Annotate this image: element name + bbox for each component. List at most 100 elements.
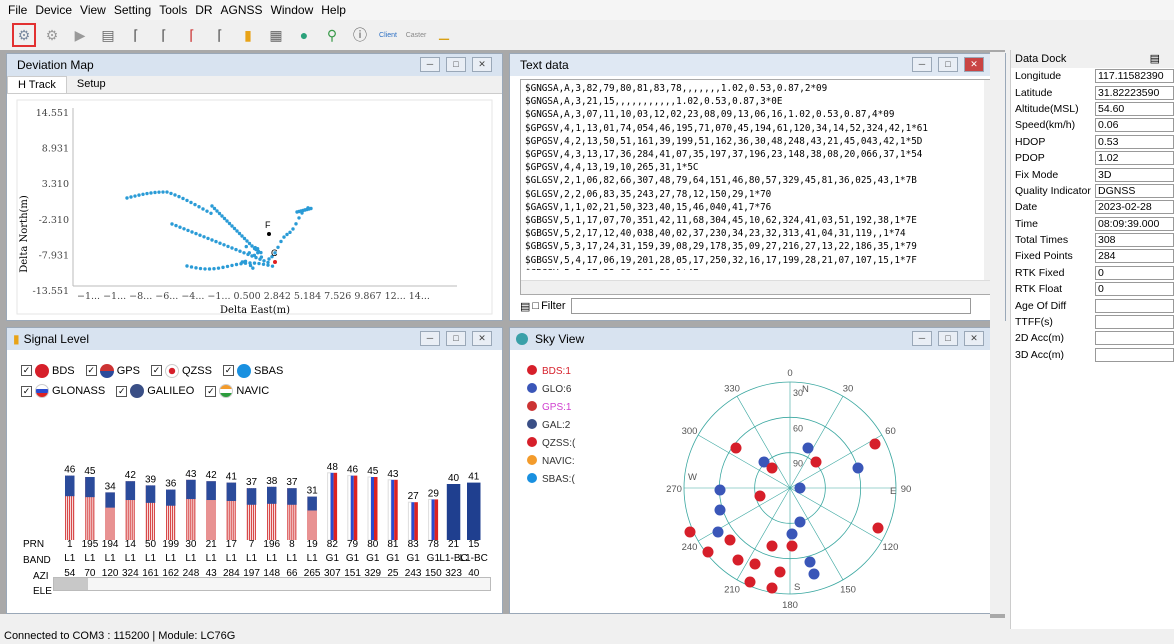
location-icon[interactable]: ⚲	[320, 23, 344, 47]
satellite-marker[interactable]	[713, 527, 724, 538]
thermometer-icon[interactable]: ⌈	[152, 23, 176, 47]
satellite-marker[interactable]	[787, 541, 798, 552]
legend-label[interactable]: SBAS:(	[542, 474, 575, 485]
connect-icon[interactable]: ⚙	[12, 23, 36, 47]
satellite-marker[interactable]	[787, 529, 798, 540]
minimize-button[interactable]: ─	[912, 57, 932, 72]
signal-bar	[287, 488, 297, 540]
menu-file[interactable]: File	[4, 3, 31, 17]
track-point	[185, 264, 188, 267]
close-button[interactable]: ✕	[472, 331, 492, 346]
satellite-marker[interactable]	[755, 491, 766, 502]
filter-input[interactable]	[571, 298, 971, 314]
satellite-marker[interactable]	[767, 583, 778, 594]
legend-label[interactable]: BDS:1	[542, 366, 571, 377]
workspace-vscrollbar[interactable]	[990, 52, 1005, 614]
satellite-marker[interactable]	[725, 535, 736, 546]
satellite-marker[interactable]	[811, 457, 822, 468]
satellite-marker[interactable]	[733, 555, 744, 566]
track-point	[248, 242, 251, 245]
close-button[interactable]: ✕	[472, 57, 492, 72]
globe-icon[interactable]: ●	[292, 23, 316, 47]
sbas-checkbox[interactable]: ✓ SBAS	[223, 361, 283, 381]
log-icon[interactable]: ▤	[96, 23, 120, 47]
glonass-checkbox[interactable]: ✓ GLONASS	[21, 381, 105, 401]
legend-label[interactable]: NAVIC:	[542, 456, 575, 467]
maximize-button[interactable]: □	[446, 57, 466, 72]
legend-label[interactable]: GAL:2	[542, 420, 571, 431]
menu-dr[interactable]: DR	[191, 3, 216, 17]
satellite-marker[interactable]	[767, 463, 778, 474]
text-hscrollbar[interactable]	[521, 280, 998, 294]
legend-label[interactable]: GPS:1	[542, 402, 572, 413]
thermometer-icon[interactable]: ⌈	[208, 23, 232, 47]
band-value: G1	[346, 553, 360, 564]
signal-bars-icon[interactable]: ▮	[236, 23, 260, 47]
satellite-marker[interactable]	[795, 517, 806, 528]
tab-setup[interactable]: Setup	[67, 76, 116, 93]
track-point	[245, 239, 248, 242]
satellite-marker[interactable]	[745, 577, 756, 588]
maximize-button[interactable]: □	[446, 331, 466, 346]
close-button[interactable]: ✕	[964, 57, 984, 72]
info-icon[interactable]: ⓘ	[348, 23, 372, 47]
menu-help[interactable]: Help	[317, 3, 350, 17]
satellite-marker[interactable]	[731, 443, 742, 454]
broom-icon[interactable]: ⚊	[432, 23, 456, 47]
caster-button[interactable]: Caster	[404, 23, 428, 47]
legend-label[interactable]: GLO:6	[542, 384, 572, 395]
client-button[interactable]: Client	[376, 23, 400, 47]
bds-checkbox[interactable]: ✓ BDS	[21, 361, 75, 381]
menu-device[interactable]: Device	[31, 3, 76, 17]
tab-h-track[interactable]: H Track	[7, 76, 67, 93]
satellite-marker[interactable]	[715, 505, 726, 516]
gps-checkbox[interactable]: ✓ GPS	[86, 361, 140, 381]
satellite-marker[interactable]	[775, 567, 786, 578]
thermometer-icon[interactable]: ⌈	[180, 23, 204, 47]
navic-checkbox[interactable]: ✓ NAVIC	[205, 381, 269, 401]
nmea-text-area[interactable]: $GNGSA,A,3,82,79,80,81,83,78,,,,,,,1.02,…	[520, 79, 999, 295]
satellite-marker[interactable]	[703, 547, 714, 558]
satellite-marker[interactable]	[750, 559, 761, 570]
minimize-button[interactable]: ─	[420, 57, 440, 72]
satellite-marker[interactable]	[767, 541, 778, 552]
map-icon[interactable]: ▦	[264, 23, 288, 47]
satellite-marker[interactable]	[873, 523, 884, 534]
minimize-button[interactable]: ─	[420, 331, 440, 346]
satellite-marker[interactable]	[870, 439, 881, 450]
satellite-marker[interactable]	[715, 485, 726, 496]
menu-setting[interactable]: Setting	[110, 3, 155, 17]
galileo-checkbox[interactable]: ✓ GALILEO	[116, 381, 194, 401]
menu-view[interactable]: View	[76, 3, 110, 17]
satellite-marker[interactable]	[805, 557, 816, 568]
minimize-button[interactable]: ─	[912, 331, 932, 346]
menu-window[interactable]: Window	[267, 3, 318, 17]
satellite-marker[interactable]	[803, 443, 814, 454]
thermometer-icon[interactable]: ⌈	[124, 23, 148, 47]
track-point	[221, 266, 224, 269]
track-point	[141, 193, 144, 196]
band-value: L1	[307, 553, 319, 564]
maximize-button[interactable]: □	[938, 57, 958, 72]
close-button[interactable]: ✕	[964, 331, 984, 346]
menu-agnss[interactable]: AGNSS	[217, 3, 267, 17]
clear-icon[interactable]: ▤	[520, 300, 530, 313]
pause-icon[interactable]: □	[532, 300, 539, 312]
track-point	[241, 260, 244, 263]
track-point	[206, 237, 209, 240]
workspace-hscrollbar[interactable]	[0, 614, 990, 629]
satellite-marker[interactable]	[853, 463, 864, 474]
satellite-marker[interactable]	[685, 527, 696, 538]
azimuth-label: 270	[666, 484, 682, 495]
track-point	[190, 265, 193, 268]
play-icon[interactable]: ▶	[68, 23, 92, 47]
legend-label[interactable]: QZSS:(	[542, 438, 576, 449]
satellite-marker[interactable]	[809, 569, 820, 580]
menu-tools[interactable]: Tools	[155, 3, 191, 17]
settings-icon[interactable]: ⚙	[40, 23, 64, 47]
float-icon[interactable]: ▤	[1150, 50, 1160, 68]
maximize-button[interactable]: □	[938, 331, 958, 346]
satellite-marker[interactable]	[795, 483, 806, 494]
qzss-checkbox[interactable]: ✓ QZSS	[151, 361, 212, 381]
signal-hscrollbar[interactable]	[53, 577, 491, 591]
